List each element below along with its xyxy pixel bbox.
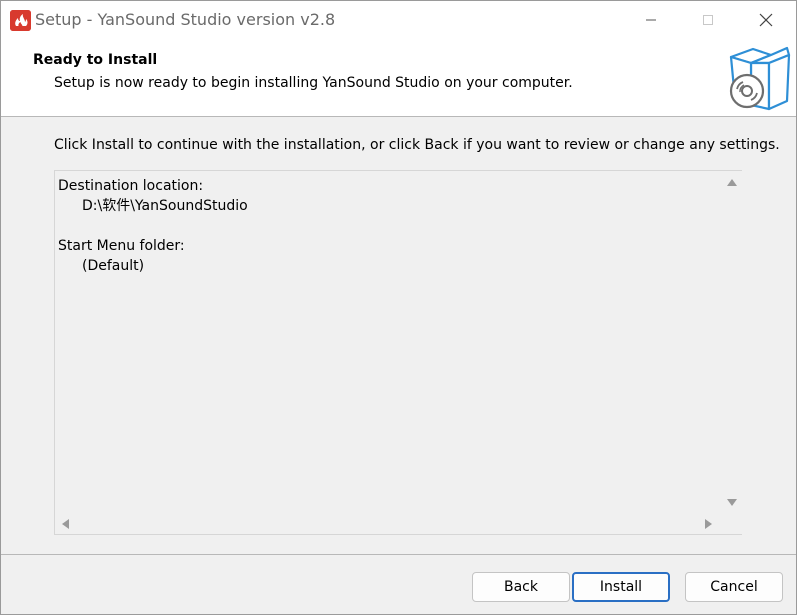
close-icon bbox=[759, 13, 773, 27]
page-title: Ready to Install bbox=[33, 52, 158, 68]
memo-spacer bbox=[58, 216, 718, 236]
install-button[interactable]: Install bbox=[572, 572, 670, 602]
scroll-right-icon[interactable] bbox=[705, 519, 712, 529]
minimize-button[interactable] bbox=[628, 1, 674, 39]
scroll-corner bbox=[721, 514, 742, 534]
minimize-icon bbox=[646, 19, 656, 21]
cancel-button[interactable]: Cancel bbox=[685, 572, 783, 602]
memo-content: Destination location: D:\软件\YanSoundStud… bbox=[56, 172, 720, 513]
page-subtitle: Setup is now ready to begin installing Y… bbox=[54, 75, 573, 91]
footer-divider bbox=[1, 554, 796, 555]
window-title: Setup - YanSound Studio version v2.8 bbox=[35, 10, 336, 29]
scroll-left-icon[interactable] bbox=[62, 519, 69, 529]
destination-value: D:\软件\YanSoundStudio bbox=[82, 198, 248, 214]
scroll-up-icon[interactable] bbox=[727, 179, 737, 186]
wizard-header: Ready to Install Setup is now ready to b… bbox=[1, 39, 796, 117]
back-button[interactable]: Back bbox=[472, 572, 570, 602]
scroll-down-icon[interactable] bbox=[727, 499, 737, 506]
maximize-button[interactable] bbox=[685, 1, 731, 39]
horizontal-scrollbar[interactable] bbox=[55, 514, 721, 534]
close-button[interactable] bbox=[743, 1, 789, 39]
destination-label: Destination location: bbox=[58, 178, 204, 194]
setup-window: Setup - YanSound Studio version v2.8 Rea… bbox=[0, 0, 797, 615]
install-box-disc-icon bbox=[723, 45, 793, 111]
vertical-scrollbar[interactable] bbox=[721, 171, 742, 514]
start-menu-label: Start Menu folder: bbox=[58, 238, 185, 254]
ready-memo[interactable]: Destination location: D:\软件\YanSoundStud… bbox=[54, 170, 742, 535]
app-flame-icon bbox=[10, 10, 31, 31]
title-bar[interactable]: Setup - YanSound Studio version v2.8 bbox=[1, 1, 796, 39]
maximize-icon bbox=[703, 15, 713, 25]
instruction-text: Click Install to continue with the insta… bbox=[54, 137, 780, 153]
start-menu-value: (Default) bbox=[82, 258, 145, 274]
